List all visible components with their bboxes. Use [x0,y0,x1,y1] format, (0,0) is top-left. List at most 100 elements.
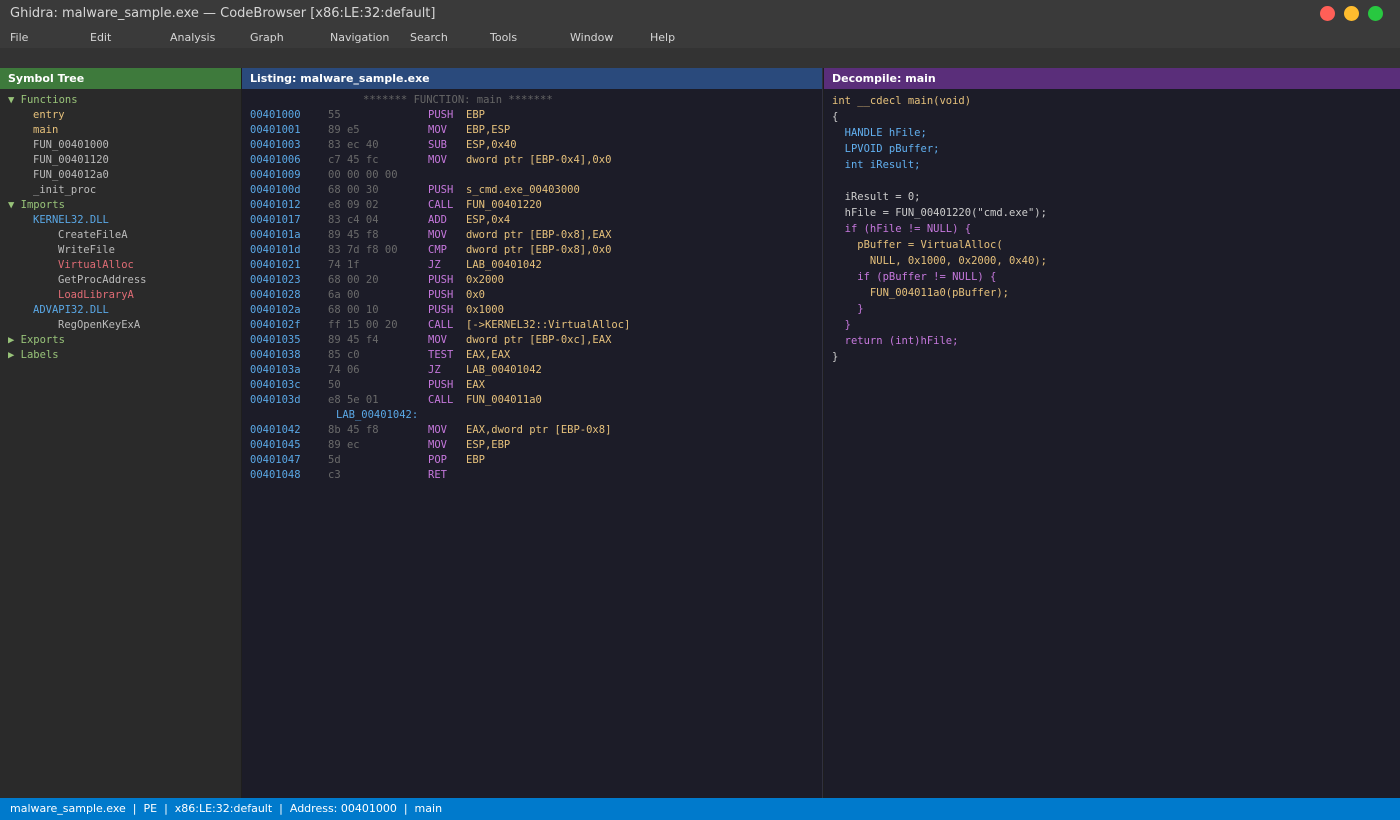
tree-item[interactable]: ▼ Imports [8,198,65,213]
tree-item[interactable]: ▶ Exports [8,333,65,348]
listing-address: 0040102a [250,304,301,316]
tree-item[interactable]: CreateFileA [58,228,128,243]
listing-mnemonic: PUSH [428,289,454,301]
listing-address: 00401023 [250,274,301,286]
listing-operands: EAX,dword ptr [EBP-0x8] [466,424,612,436]
window-title: Ghidra: malware_sample.exe — CodeBrowser… [10,6,436,21]
listing-address: 0040101a [250,229,301,241]
listing-address: 00401006 [250,154,301,166]
listing-mnemonic: MOV [428,154,447,166]
listing-bytes: 83 c4 04 [328,214,379,226]
listing-bytes: 74 1f [328,259,360,271]
listing-operands: FUN_004011a0 [466,394,542,406]
tree-item[interactable]: VirtualAlloc [58,258,134,273]
listing-mnemonic: CMP [428,244,447,256]
menu-window[interactable]: Window [570,31,613,44]
listing-operands: 0x2000 [466,274,504,286]
decompile-line: int __cdecl main(void) [832,95,972,107]
listing-operands: [->KERNEL32::VirtualAlloc] [466,319,631,331]
listing-mnemonic: POP [428,454,447,466]
listing-operands: dword ptr [EBP-0x4],0x0 [466,154,612,166]
menu-edit[interactable]: Edit [90,31,111,44]
listing-operands: 0x0 [466,289,485,301]
function-header-comment: ******* FUNCTION: main ******* [363,94,553,106]
menu-tools[interactable]: Tools [490,31,517,44]
listing-operands: EAX [466,379,485,391]
listing-mnemonic: CALL [428,394,454,406]
symbol-tree-header: Symbol Tree [0,68,241,89]
listing-address: 0040101d [250,244,301,256]
decompile-panel: Decompile: main int __cdecl main(void) { … [824,68,1400,798]
menu-analysis[interactable]: Analysis [170,31,215,44]
tree-item[interactable]: _init_proc [33,183,96,198]
decompile-header: Decompile: main [824,68,1400,89]
maximize-window-button[interactable] [1368,6,1383,21]
listing-mnemonic: RET [428,469,447,481]
tree-item[interactable]: ▼ Functions [8,93,78,108]
listing-mnemonic: PUSH [428,274,454,286]
code-label[interactable]: LAB_00401042: [336,408,418,423]
decompile-line: LPVOID pBuffer; [832,143,940,155]
tree-item[interactable]: ▶ Labels [8,348,59,363]
listing-bytes: ff 15 00 20 [328,319,398,331]
decompile-line: pBuffer = VirtualAlloc( [832,239,1003,251]
listing-bytes: 89 e5 [328,124,360,136]
listing-address: 0040100d [250,184,301,196]
listing-operands: FUN_00401220 [466,199,542,211]
listing-bytes: e8 09 02 [328,199,379,211]
tree-item[interactable]: main [33,123,58,138]
decompile-line: int iResult; [832,159,921,171]
listing-operands: dword ptr [EBP-0xc],EAX [466,334,612,346]
close-window-button[interactable] [1320,6,1335,21]
decompile-line: NULL, 0x1000, 0x2000, 0x40); [832,255,1047,267]
menu-file[interactable]: File [10,31,28,44]
listing-address: 00401038 [250,349,301,361]
listing-body: ******* FUNCTION: main ******* 00401000 5… [242,89,822,798]
symbol-tree-panel: Symbol Tree ▼ Functions entry main FUN_0040… [0,68,241,798]
tree-item[interactable]: LoadLibraryA [58,288,134,303]
menu-graph[interactable]: Graph [250,31,284,44]
listing-address: 00401000 [250,109,301,121]
minimize-window-button[interactable] [1344,6,1359,21]
listing-operands: EBP [466,454,485,466]
listing-bytes: 85 c0 [328,349,360,361]
tree-item[interactable]: GetProcAddress [58,273,147,288]
decompile-body: int __cdecl main(void) { HANDLE hFile; LP… [824,89,1400,798]
listing-address: 00401003 [250,139,301,151]
listing-bytes: 89 45 f8 [328,229,379,241]
tree-item[interactable]: RegOpenKeyExA [58,318,140,333]
tree-item[interactable]: WriteFile [58,243,115,258]
listing-mnemonic: MOV [428,229,447,241]
toolbar [0,48,1400,68]
tree-item[interactable]: entry [33,108,65,123]
listing-mnemonic: JZ [428,259,441,271]
listing-address: 00401009 [250,169,301,181]
listing-panel: Listing: malware_sample.exe ******* FUNC… [242,68,823,798]
tree-item[interactable]: FUN_004012a0 [33,168,109,183]
tree-item[interactable]: ADVAPI32.DLL [33,303,109,318]
tree-item[interactable]: KERNEL32.DLL [33,213,109,228]
listing-bytes: 68 00 20 [328,274,379,286]
tree-item[interactable]: FUN_00401000 [33,138,109,153]
menu-search[interactable]: Search [410,31,448,44]
listing-bytes: 89 ec [328,439,360,451]
listing-bytes: e8 5e 01 [328,394,379,406]
listing-bytes: 83 ec 40 [328,139,379,151]
menu-bar: File Edit Analysis Graph Navigation Sear… [0,28,1400,48]
listing-bytes: 00 00 00 00 [328,169,398,181]
listing-operands: EAX,EAX [466,349,511,361]
listing-address: 00401035 [250,334,301,346]
listing-bytes: 74 06 [328,364,360,376]
listing-bytes: 68 00 30 [328,184,379,196]
listing-operands: LAB_00401042 [466,364,542,376]
tree-item[interactable]: FUN_00401120 [33,153,109,168]
listing-mnemonic: ADD [428,214,447,226]
decompile-line: return (int)hFile; [832,335,959,347]
listing-mnemonic: MOV [428,439,447,451]
listing-bytes: c7 45 fc [328,154,379,166]
listing-mnemonic: TEST [428,349,454,361]
listing-bytes: 8b 45 f8 [328,424,379,436]
listing-address: 00401047 [250,454,301,466]
menu-help[interactable]: Help [650,31,675,44]
menu-navigation[interactable]: Navigation [330,31,389,44]
